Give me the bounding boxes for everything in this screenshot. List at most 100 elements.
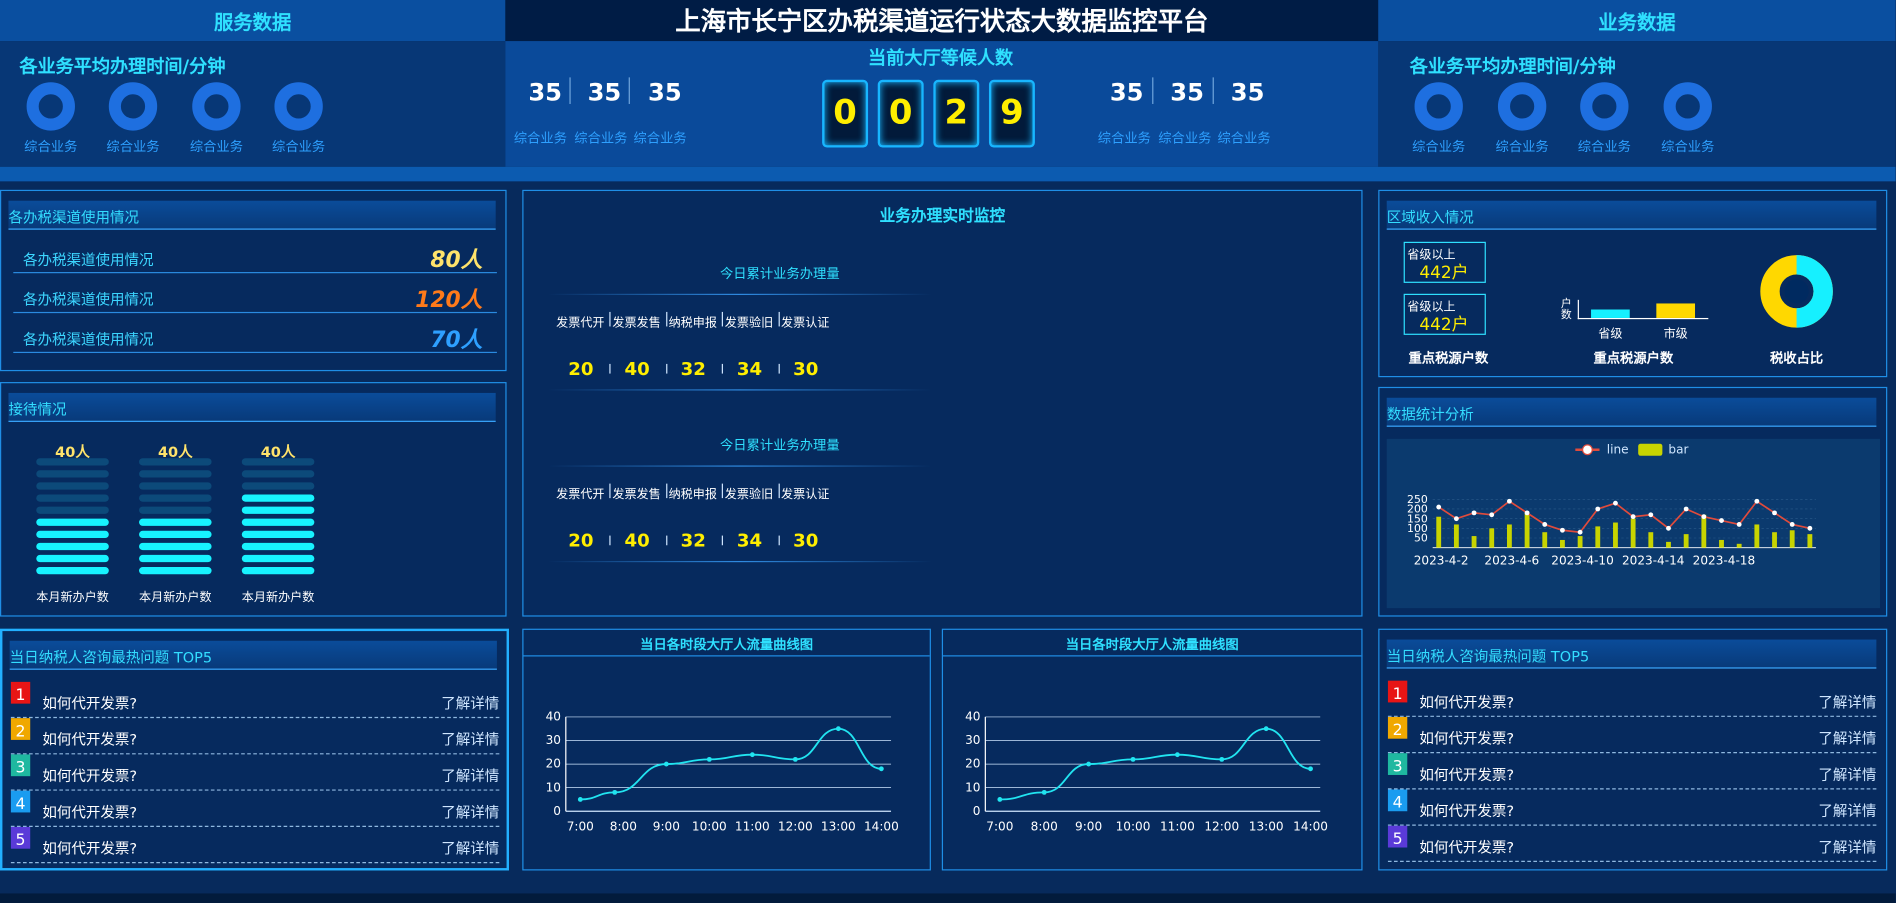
bar-mark [1577,536,1583,548]
detail-link[interactable]: 了解详情 [441,693,499,714]
panel-title: 接待情况 [8,392,496,422]
y-tick: 50 [1414,532,1428,545]
top5-row[interactable]: 1 如何代开发票? 了解详情 [10,681,499,719]
divider [721,483,723,499]
bar-segment [139,506,212,514]
ring-icon [274,82,323,131]
x-tick: 10:00 [692,820,727,834]
divider [547,293,933,295]
line-point [1648,512,1654,518]
top5-row[interactable]: 5 如何代开发票? 了解详情 [1387,825,1877,863]
top5-row[interactable]: 4 如何代开发票? 了解详情 [1387,789,1877,826]
waiting-digit: 2 [933,79,980,148]
y-tick: 0 [553,804,561,818]
rank-badge: 4 [10,790,31,814]
line-point [1471,510,1477,516]
line-point [1506,498,1512,504]
divider [777,483,780,499]
detail-link[interactable]: 了解详情 [441,838,499,859]
top5-right-panel: 当日纳税人咨询最热问题 TOP5 1 如何代开发票? 了解详情 2 如何代开发票? 了解详… [1378,628,1888,871]
detail-link[interactable]: 了解详情 [1818,728,1876,749]
x-tick: 12:00 [778,820,813,834]
divider [777,363,780,374]
bar-mark [1524,512,1530,548]
flow-point [706,756,712,762]
detail-link[interactable]: 了解详情 [1818,692,1876,713]
bar-mark [1436,516,1442,548]
divider [547,389,933,391]
panel-title: 业务办理实时监控 [879,207,1006,227]
top5-row[interactable]: 5 如何代开发票? 了解详情 [10,826,499,864]
bar-mark [1489,528,1495,548]
detail-link[interactable]: 了解详情 [441,802,499,823]
top5-row[interactable]: 2 如何代开发票? 了解详情 [1387,716,1877,754]
flow-point [612,789,618,795]
bar-mark [1648,532,1654,548]
left-avg-time-label: 各业务平均办理时间/分钟 [19,55,226,78]
ring-label: 综合业务 [1495,139,1549,155]
flow-point [1086,761,1092,767]
x-tick: 7:00 [986,820,1013,834]
biz-value: 30 [793,357,819,380]
rank-badge: 3 [10,754,31,777]
line-point [1719,518,1724,524]
x-tick: 9:00 [653,820,680,834]
panel-title: 各办税渠道使用情况 [8,200,496,230]
bar-mark [1789,530,1795,548]
bar-mark [1453,524,1459,548]
bar-segment [36,482,109,490]
top5-row[interactable]: 4 如何代开发票? 了解详情 [10,790,499,827]
question-text: 如何代开发票? [42,840,138,858]
x-tick: 2023-4-18 [1693,554,1756,568]
line-point [1613,500,1618,506]
legend-bar-icon [1638,443,1663,456]
detail-link[interactable]: 了解详情 [1818,764,1876,785]
line-point [1560,527,1565,533]
flow-chart: 0 10 20 30 40 7:00 8:00 9:00 10:00 11:00 12:00 13:0… [965,710,1328,834]
y-tick: 40 [546,710,561,724]
divider [1152,77,1154,104]
stats-chart: line bar250200150100502023-4-2 2023-4-6 202… [1407,442,1816,568]
x-tick: 11:00 [735,820,770,834]
panel-title: 当日纳税人咨询最热问题 TOP5 [9,640,497,670]
top5-row[interactable]: 3 如何代开发票? 了解详情 [1387,753,1877,790]
center-top-band: 当前大厅等候人数 35 35 35 综合业务 综合业务 综合业务 0 0 2 9… [505,41,1379,167]
right-num: 35 [1170,77,1204,107]
detail-link[interactable]: 了解详情 [441,765,499,786]
bar-axis [1577,317,1709,320]
y-tick: 0 [973,804,981,818]
ring-icon [1580,82,1629,131]
dashboard: 服务数据 上海市长宁区办税渠道运行状态大数据监控平台 业务数据 各业务平均办理时… [0,0,1896,903]
ring-icon [1497,82,1547,131]
bar-mark [1506,524,1512,548]
biz-category: 纳税申报 [668,488,717,502]
legend-line-icon [1581,444,1593,456]
legend-label: line [1607,442,1629,456]
right-num: 35 [1230,77,1265,107]
rank-badge: 2 [1387,716,1408,740]
detail-link[interactable]: 了解详情 [1818,837,1876,858]
bar-mark [1754,524,1760,548]
divider [609,535,611,546]
channel-label: 各办税渠道使用情况 [22,291,154,309]
detail-link[interactable]: 了解详情 [441,729,499,750]
bar-mark [1736,543,1742,548]
top5-row[interactable]: 1 如何代开发票? 了解详情 [1387,680,1877,717]
bar-mark [1666,541,1671,548]
x-tick: 13:00 [821,820,856,834]
flow-point [1308,766,1313,772]
biz-value: 40 [624,529,650,552]
waiting-title: 当前大厅等候人数 [868,47,1014,69]
divider [665,483,667,499]
x-tick: 10:00 [1116,820,1151,834]
channel-row: 各办税渠道使用情况 80人 [13,237,497,274]
reception-bars [241,458,315,579]
top5-row[interactable]: 2 如何代开发票? 了解详情 [10,718,499,755]
detail-link[interactable]: 了解详情 [1818,800,1876,821]
line-point [1489,512,1495,518]
rank-badge: 4 [1387,789,1408,812]
x-tick: 8:00 [610,820,637,834]
divider [721,363,723,374]
top5-row[interactable]: 3 如何代开发票? 了解详情 [10,754,499,791]
y-tick: 30 [965,733,980,747]
